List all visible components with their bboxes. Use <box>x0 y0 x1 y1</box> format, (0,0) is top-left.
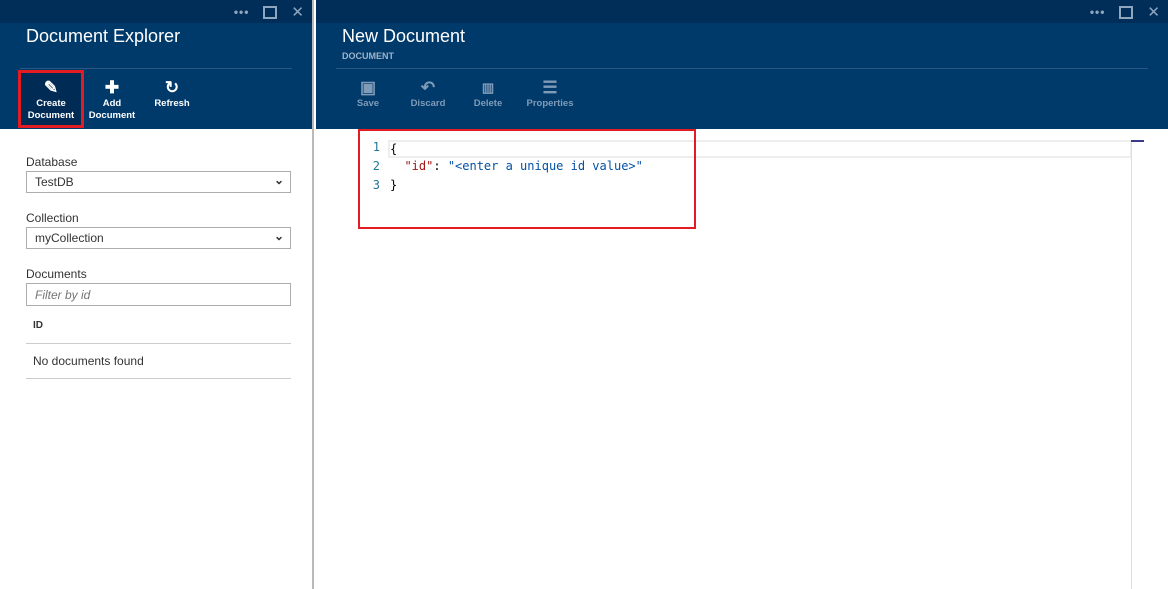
properties-button[interactable]: ☰ Properties <box>518 70 582 128</box>
scrollbar-marker <box>1131 140 1144 142</box>
list-icon: ☰ <box>542 78 558 97</box>
blade-title: Document Explorer <box>26 26 181 46</box>
database-label: Database <box>26 155 78 169</box>
button-label: Delete <box>473 98 503 109</box>
collection-label: Collection <box>26 211 79 225</box>
json-editor[interactable]: 1{ 2 "id": "<enter a unique id value>" 3… <box>316 129 1168 589</box>
scrollbar-track[interactable] <box>1131 140 1132 589</box>
discard-button[interactable]: ↶ Discard <box>398 70 458 128</box>
more-icon[interactable]: ••• <box>1090 5 1106 19</box>
button-label: Document <box>27 110 75 121</box>
collection-select[interactable]: myCollection ⌄ <box>26 227 291 249</box>
chevron-down-icon: ⌄ <box>273 173 284 187</box>
empty-message: No documents found <box>26 344 291 379</box>
id-column-header: ID <box>26 306 291 344</box>
delete-button[interactable]: ▥ Delete <box>458 70 518 128</box>
button-label: Refresh <box>154 98 190 109</box>
pencil-icon: ✎ <box>43 78 59 97</box>
button-label: Discard <box>410 98 446 109</box>
highlight-box <box>358 129 696 229</box>
button-label: Add <box>102 98 122 109</box>
add-document-button[interactable]: ✚ Add Document <box>84 70 140 128</box>
blade-header: New Document DOCUMENT ▣ Save ↶ Discard ▥ De… <box>316 23 1168 129</box>
documents-label: Documents <box>26 267 87 281</box>
blade-header: Document Explorer ✎ Create Document ✚ Ad… <box>0 23 312 129</box>
chevron-down-icon: ⌄ <box>273 229 284 243</box>
database-select[interactable]: TestDB ⌄ <box>26 171 291 193</box>
collection-value: myCollection <box>35 231 104 245</box>
more-icon[interactable]: ••• <box>234 5 250 19</box>
button-label: Create <box>36 98 66 109</box>
trash-icon: ▥ <box>481 80 495 95</box>
refresh-icon: ↻ <box>164 78 180 97</box>
document-explorer-blade: ••• ✕ Document Explorer ✎ Create Documen… <box>0 0 314 589</box>
blade-subtitle: DOCUMENT <box>342 51 394 61</box>
plus-icon: ✚ <box>104 78 120 97</box>
create-document-button[interactable]: ✎ Create Document <box>18 70 84 128</box>
close-icon[interactable]: ✕ <box>291 3 304 21</box>
close-icon[interactable]: ✕ <box>1147 3 1160 21</box>
database-value: TestDB <box>35 175 74 189</box>
divider <box>20 68 292 69</box>
new-document-blade: ••• ✕ New Document DOCUMENT ▣ Save ↶ Disca… <box>316 0 1168 589</box>
button-label: Properties <box>526 98 574 109</box>
button-label: Document <box>88 110 136 121</box>
blade-titlebar: ••• ✕ <box>316 0 1168 23</box>
filter-input[interactable] <box>26 283 291 306</box>
save-button[interactable]: ▣ Save <box>338 70 398 128</box>
divider <box>336 68 1148 69</box>
maximize-icon[interactable] <box>1119 5 1134 19</box>
undo-icon: ↶ <box>420 78 436 97</box>
blade-title: New Document <box>342 26 466 46</box>
save-icon: ▣ <box>359 78 377 97</box>
button-label: Save <box>356 98 380 109</box>
blade-titlebar: ••• ✕ <box>0 0 312 23</box>
refresh-button[interactable]: ↻ Refresh <box>140 70 204 128</box>
maximize-icon[interactable] <box>263 5 278 19</box>
